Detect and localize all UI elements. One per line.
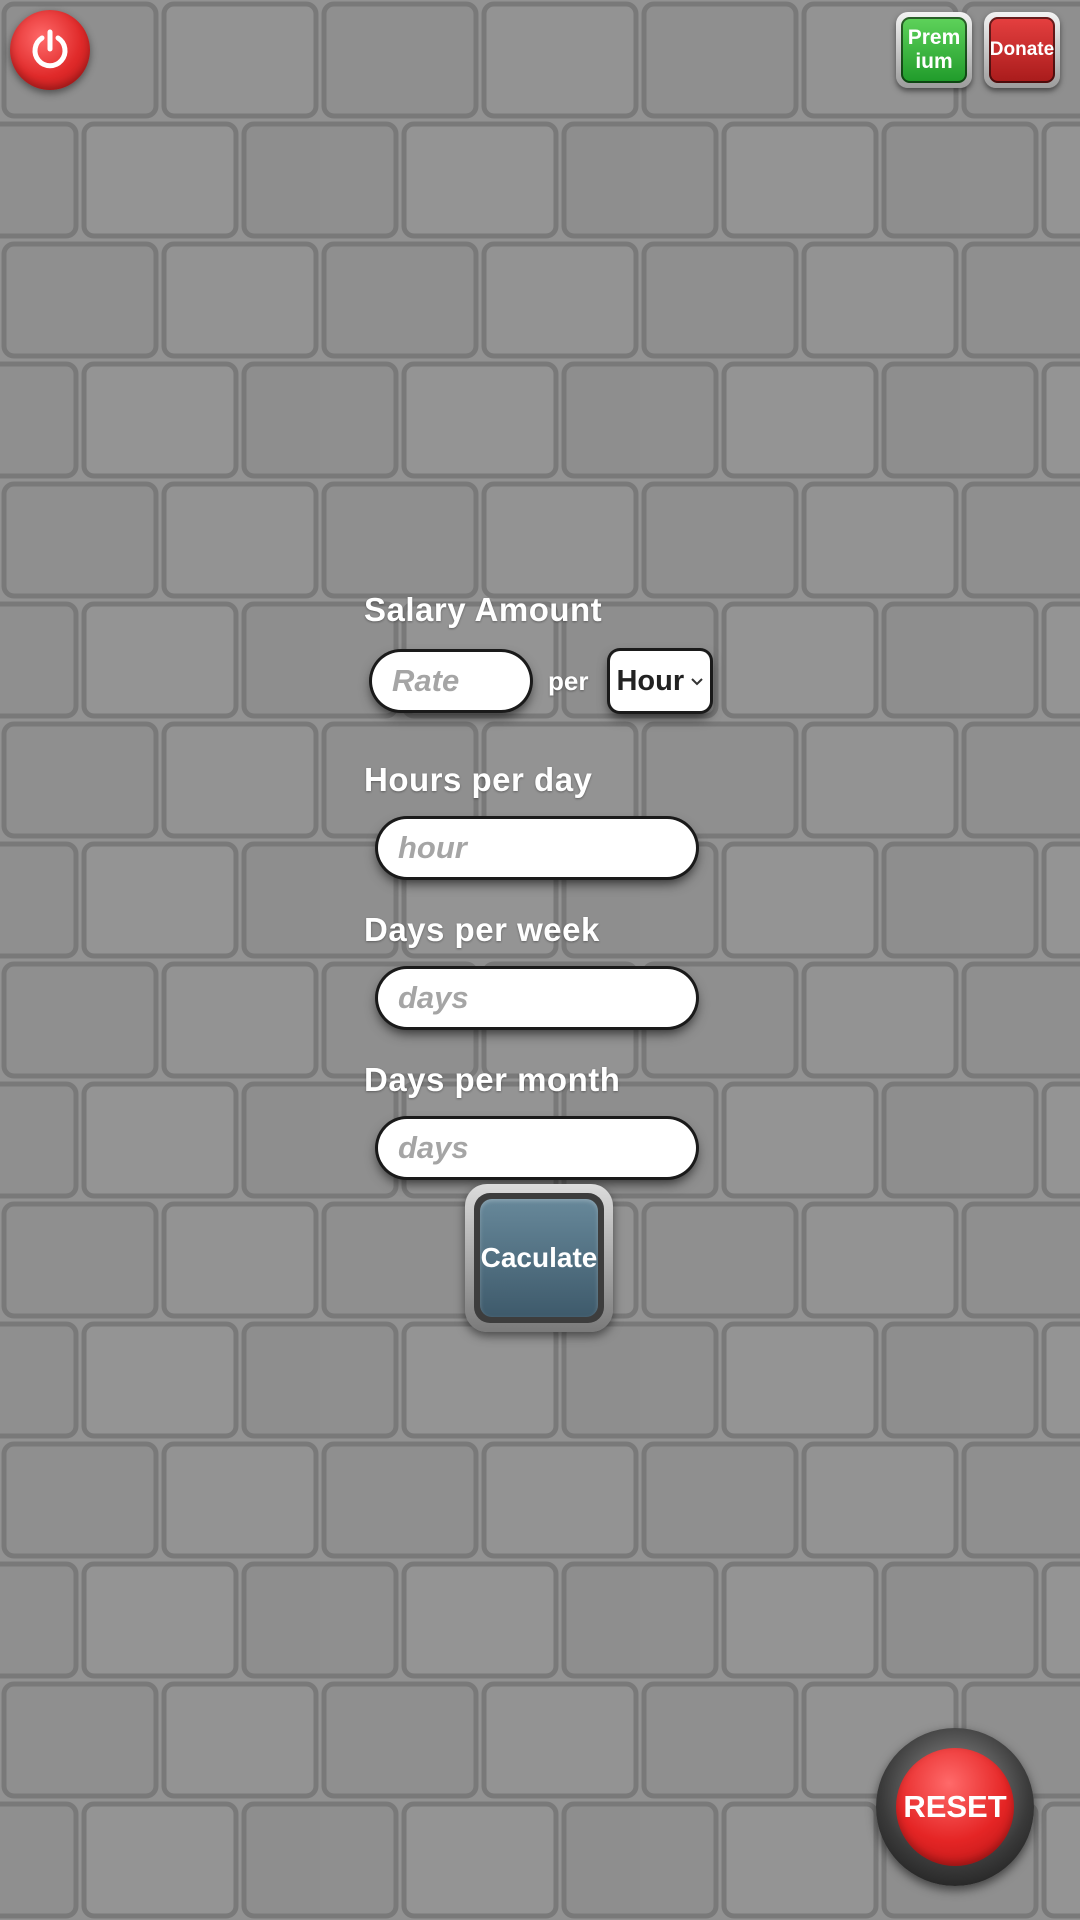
reset-button-label: RESET <box>896 1748 1014 1866</box>
salary-amount-label: Salary Amount <box>364 591 603 628</box>
hours-per-day-input[interactable]: hour <box>378 819 696 877</box>
calculate-button-label: Caculate <box>480 1199 598 1317</box>
days-per-month-input[interactable]: days <box>378 1119 696 1177</box>
power-button[interactable] <box>10 10 90 90</box>
premium-button[interactable]: Premium <box>896 12 972 88</box>
rate-input[interactable]: Rate <box>372 652 530 710</box>
days-per-week-input[interactable]: days <box>378 969 696 1027</box>
hours-per-day-block: Hours per day hour <box>364 755 724 877</box>
per-label: per <box>548 665 589 696</box>
power-icon <box>32 29 68 69</box>
salary-unit-value: Hour <box>616 664 685 697</box>
reset-button[interactable]: RESET <box>876 1728 1034 1886</box>
days-per-month-block: Days per month days <box>364 1055 724 1177</box>
days-per-week-label: Days per week <box>364 911 600 948</box>
calculate-button[interactable]: Caculate <box>465 1184 613 1332</box>
donate-button-label: Donate <box>989 17 1055 83</box>
chevron-down-icon <box>691 678 704 686</box>
hours-per-day-label: Hours per day <box>364 761 593 798</box>
calculate-button-rim: Caculate <box>474 1193 604 1323</box>
salary-row: Rate per Hour <box>364 635 724 727</box>
premium-button-label: Premium <box>901 17 967 83</box>
days-per-month-label: Days per month <box>364 1061 621 1098</box>
days-per-week-block: Days per week days <box>364 905 724 1027</box>
salary-unit-select[interactable]: Hour <box>610 651 711 711</box>
donate-button[interactable]: Donate <box>984 12 1060 88</box>
salary-form: Salary Amount Rate per Hour Hours per da… <box>364 585 724 1177</box>
